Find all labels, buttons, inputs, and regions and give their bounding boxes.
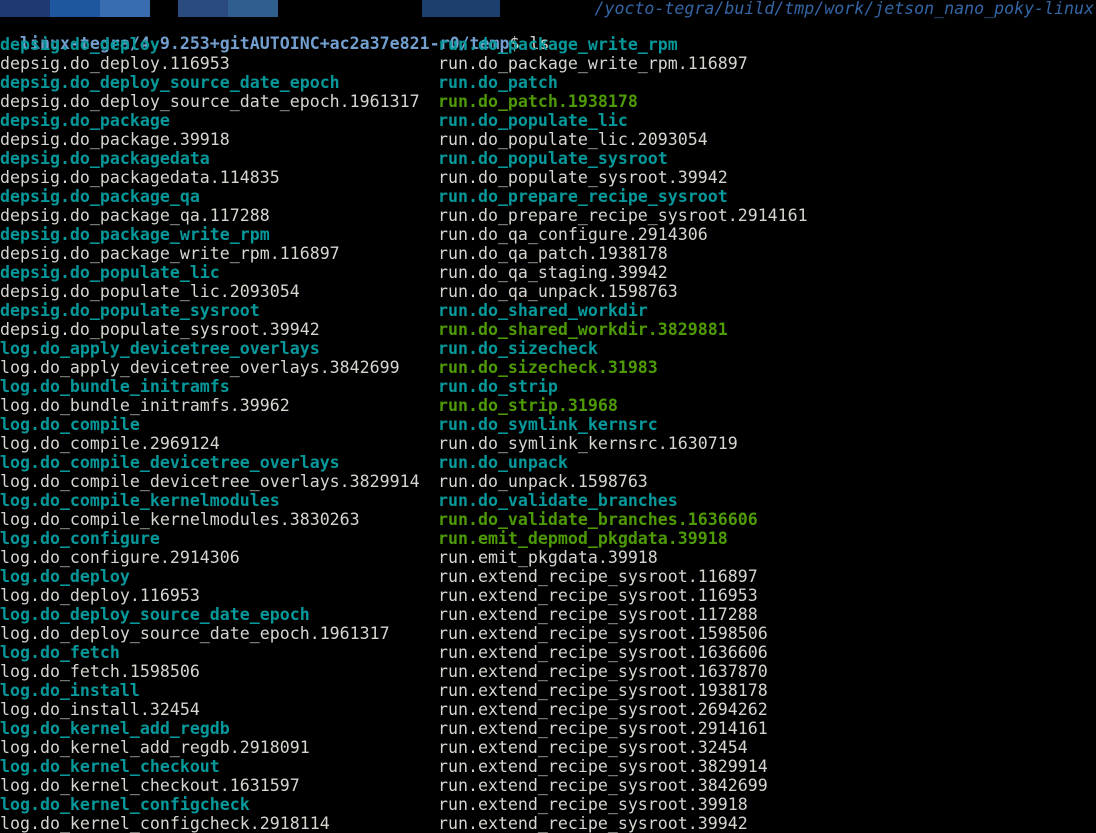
file-entry: depsig.do_packagedata.114835 [0,168,280,187]
directory-entry: depsig.do_populate_sysroot [0,301,260,320]
ls-column-right: run.do_package_write_rpm run.do_package_w… [438,35,808,833]
file-entry: run.extend_recipe_sysroot.3842699 [438,776,768,795]
directory-entry: run.do_populate_lic [438,111,628,130]
file-entry: run.extend_recipe_sysroot.1636606 [438,643,768,662]
directory-entry: log.do_kernel_add_regdb [0,719,230,738]
executable-entry: run.do_patch.1938178 [438,92,638,111]
directory-entry: log.do_compile_devicetree_overlays [0,453,340,472]
file-entry: log.do_deploy_source_date_epoch.1961317 [0,624,390,643]
file-entry: run.do_prepare_recipe_sysroot.2914161 [438,206,808,225]
directory-entry: log.do_deploy [0,567,130,586]
file-entry: depsig.do_package_qa.117288 [0,206,270,225]
file-entry: log.do_bundle_initramfs.39962 [0,396,290,415]
executable-entry: run.do_strip.31968 [438,396,618,415]
file-entry: run.extend_recipe_sysroot.3829914 [438,757,768,776]
file-entry: depsig.do_populate_sysroot.39942 [0,320,320,339]
file-entry: depsig.do_package_write_rpm.116897 [0,244,340,263]
file-entry: log.do_deploy.116953 [0,586,200,605]
file-entry: run.do_qa_configure.2914306 [438,225,708,244]
directory-entry: depsig.do_deploy [0,35,160,54]
executable-entry: run.do_sizecheck.31983 [438,358,658,377]
file-entry: depsig.do_package.39918 [0,130,230,149]
file-entry: run.extend_recipe_sysroot.1637870 [438,662,768,681]
file-entry: run.do_populate_sysroot.39942 [438,168,728,187]
directory-entry: log.do_apply_devicetree_overlays [0,339,320,358]
directory-entry: run.do_symlink_kernsrc [438,415,658,434]
directory-entry: depsig.do_package_qa [0,187,200,206]
directory-entry: log.do_compile [0,415,140,434]
file-entry: run.emit_pkgdata.39918 [438,548,658,567]
file-entry: log.do_configure.2914306 [0,548,240,567]
directory-entry: run.do_prepare_recipe_sysroot [438,187,728,206]
directory-entry: log.do_bundle_initramfs [0,377,230,396]
directory-entry: depsig.do_package_write_rpm [0,225,270,244]
directory-entry: depsig.do_deploy_source_date_epoch [0,73,340,92]
file-entry: run.extend_recipe_sysroot.116953 [438,586,758,605]
directory-entry: run.do_populate_sysroot [438,149,668,168]
directory-entry: log.do_kernel_checkout [0,757,220,776]
directory-entry: log.do_fetch [0,643,120,662]
file-entry: run.do_unpack.1598763 [438,472,648,491]
file-entry: run.extend_recipe_sysroot.116897 [438,567,758,586]
file-entry: run.extend_recipe_sysroot.1938178 [438,681,768,700]
file-entry: depsig.do_populate_lic.2093054 [0,282,300,301]
file-entry: log.do_compile_kernelmodules.3830263 [0,510,360,529]
file-entry: run.extend_recipe_sysroot.32454 [438,738,748,757]
file-entry: log.do_kernel_configcheck.2918114 [0,814,330,833]
window-title-path: /yocto-tegra/build/tmp/work/jetson_nano_… [594,0,1094,18]
directory-entry: run.do_patch [438,73,558,92]
directory-entry: run.do_shared_workdir [438,301,648,320]
file-entry: run.do_qa_patch.1938178 [438,244,668,263]
file-entry: run.extend_recipe_sysroot.117288 [438,605,758,624]
directory-entry: log.do_install [0,681,140,700]
directory-entry: run.do_sizecheck [438,339,598,358]
directory-entry: log.do_kernel_configcheck [0,795,250,814]
file-entry: run.do_qa_unpack.1598763 [438,282,678,301]
file-entry: log.do_compile.2969124 [0,434,220,453]
file-entry: run.do_package_write_rpm.116897 [438,54,748,73]
file-entry: run.extend_recipe_sysroot.39918 [438,795,748,814]
file-entry: run.extend_recipe_sysroot.2694262 [438,700,768,719]
directory-entry: run.do_validate_branches [438,491,678,510]
file-entry: log.do_compile_devicetree_overlays.38299… [0,472,420,491]
file-entry: run.do_qa_staging.39942 [438,263,668,282]
file-entry: run.do_symlink_kernsrc.1630719 [438,434,738,453]
directory-entry: log.do_compile_kernelmodules [0,491,280,510]
directory-entry: log.do_configure [0,529,160,548]
file-entry: log.do_install.32454 [0,700,200,719]
file-entry: run.do_populate_lic.2093054 [438,130,708,149]
file-entry: log.do_kernel_checkout.1631597 [0,776,300,795]
file-entry: log.do_apply_devicetree_overlays.3842699 [0,358,400,377]
directory-entry: run.do_unpack [438,453,568,472]
directory-entry: depsig.do_package [0,111,170,130]
directory-entry: depsig.do_packagedata [0,149,210,168]
executable-entry: run.emit_depmod_pkgdata.39918 [438,529,728,548]
file-entry: log.do_kernel_add_regdb.2918091 [0,738,310,757]
file-entry: log.do_fetch.1598506 [0,662,200,681]
file-entry: run.extend_recipe_sysroot.1598506 [438,624,768,643]
shell-prompt-line[interactable]: linux-tegra/4.9.253+gitAUTOINC+ac2a37e82… [0,15,550,53]
file-entry: run.extend_recipe_sysroot.39942 [438,814,748,833]
file-entry: run.extend_recipe_sysroot.2914161 [438,719,768,738]
executable-entry: run.do_shared_workdir.3829881 [438,320,728,339]
directory-entry: log.do_deploy_source_date_epoch [0,605,310,624]
file-entry: depsig.do_deploy.116953 [0,54,230,73]
directory-entry: depsig.do_populate_lic [0,263,220,282]
directory-entry: run.do_strip [438,377,558,396]
executable-entry: run.do_validate_branches.1636606 [438,510,758,529]
file-entry: depsig.do_deploy_source_date_epoch.19613… [0,92,420,111]
ls-column-left: depsig.do_deploy depsig.do_deploy.116953 d… [0,35,420,833]
directory-entry: run.do_package_write_rpm [438,35,678,54]
